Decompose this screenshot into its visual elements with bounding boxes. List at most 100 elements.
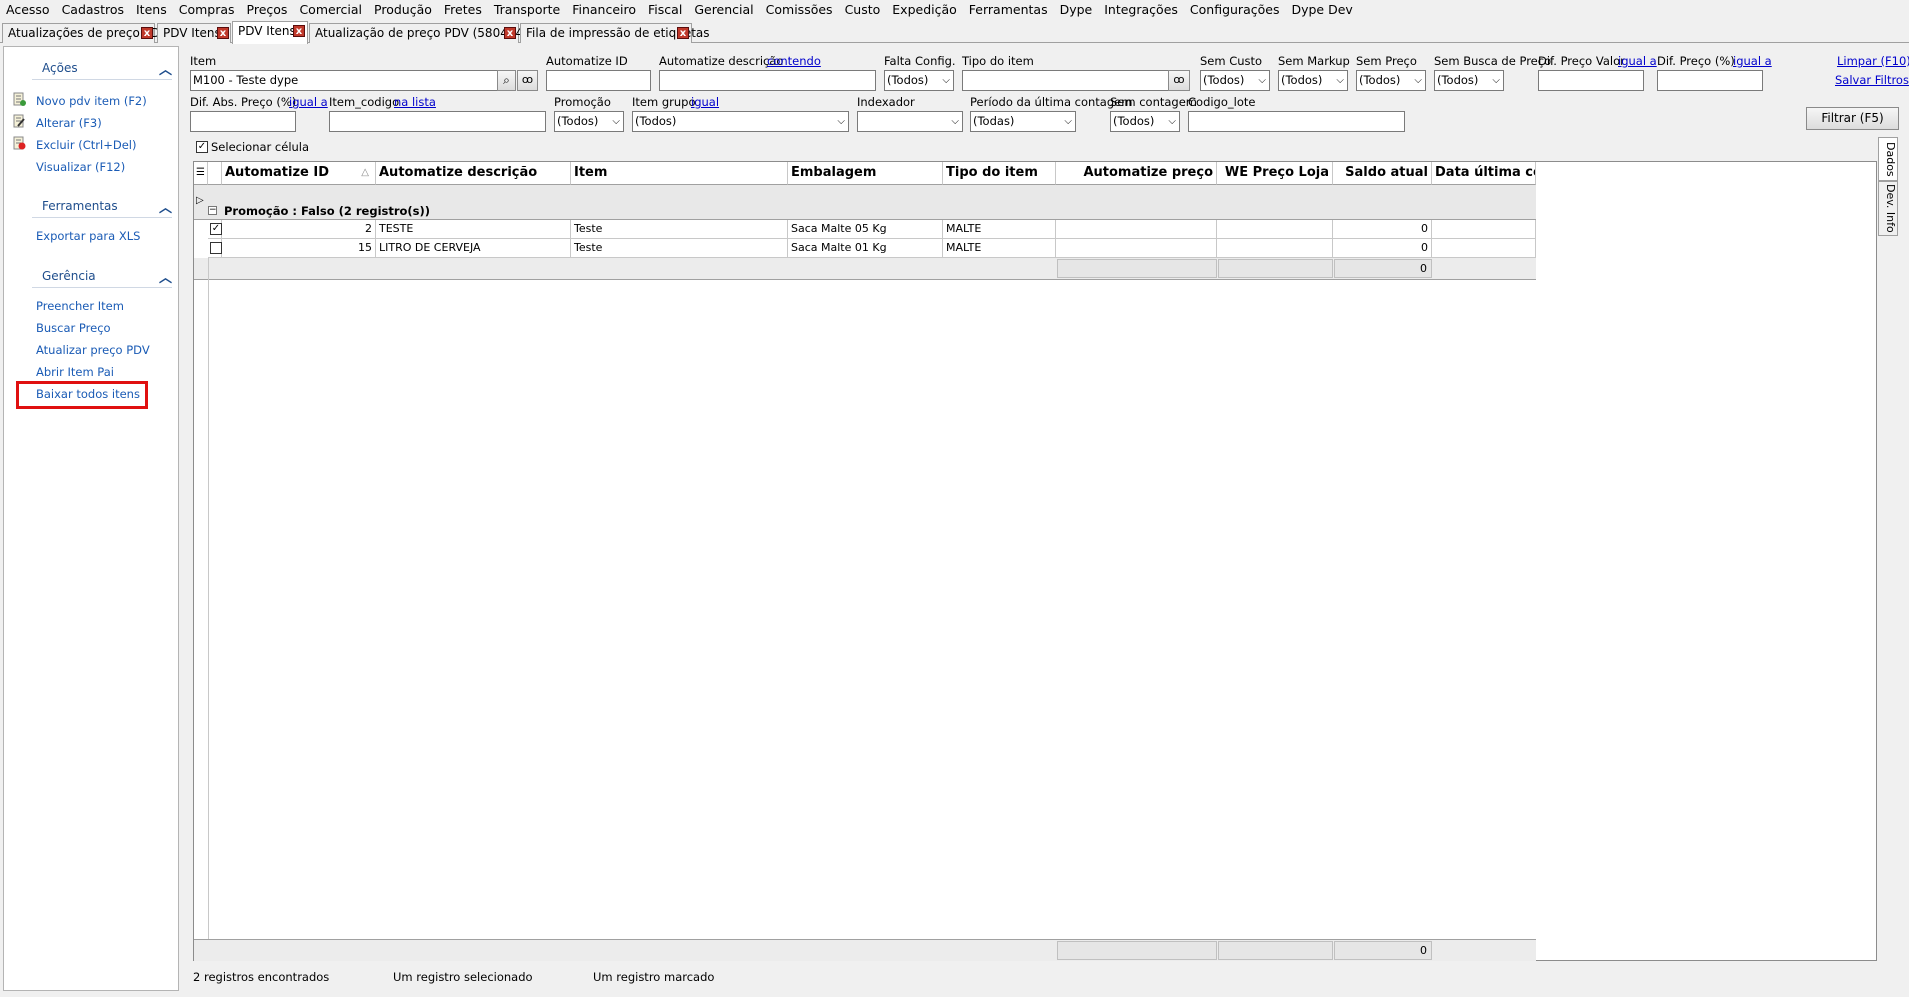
tipo-item-input[interactable]: [962, 70, 1169, 91]
close-icon[interactable]: x: [141, 27, 153, 39]
dif-preco-valor-mode-link[interactable]: igual a: [1618, 54, 1657, 68]
section-acoes-header[interactable]: Ações ︿: [4, 59, 178, 79]
menu-item-16[interactable]: Dype: [1054, 0, 1099, 20]
item-input[interactable]: M100 - Teste dype: [190, 70, 498, 91]
sum-saldo: 0: [1334, 259, 1432, 278]
menu-item-5[interactable]: Comercial: [293, 0, 368, 20]
close-icon[interactable]: x: [504, 27, 516, 39]
binoculars-icon[interactable]: ꝏ: [517, 70, 538, 91]
table-row[interactable]: ✓ 2 TESTE Teste Saca Malte 05 Kg MALTE 0: [208, 220, 1536, 239]
footer-we-preco: [1218, 941, 1333, 960]
falta-config-select[interactable]: (Todos) ⌵: [884, 70, 954, 91]
tab-dados[interactable]: Dados: [1878, 137, 1898, 181]
chevron-up-icon[interactable]: ︿: [159, 267, 172, 286]
col-data-ultima[interactable]: Data última con: [1432, 162, 1536, 185]
menu-item-9[interactable]: Financeiro: [566, 0, 642, 20]
tab-fila-impressao[interactable]: Fila de impressão de etiquetas x: [520, 23, 710, 43]
sem-preco-label: Sem Preço: [1356, 54, 1417, 68]
menu-item-18[interactable]: Configurações: [1184, 0, 1286, 20]
menu-item-1[interactable]: Cadastros: [56, 0, 130, 20]
cell-embalagem: Saca Malte 05 Kg: [788, 220, 943, 239]
automatize-id-input[interactable]: [546, 70, 651, 91]
sem-preco-select[interactable]: (Todos) ⌵: [1356, 70, 1426, 91]
menu-item-4[interactable]: Preços: [241, 0, 294, 20]
promocao-select[interactable]: (Todos) ⌵: [554, 111, 624, 132]
section-gerencia-header[interactable]: Gerência ︿: [4, 267, 178, 287]
sidebar-item-alterar[interactable]: Alterar (F3): [36, 116, 102, 130]
col-automatize-descricao[interactable]: Automatize descrição: [376, 162, 571, 185]
dif-preco-pct-input[interactable]: [1657, 70, 1763, 91]
sidebar-item-novo[interactable]: Novo pdv item (F2): [36, 94, 147, 108]
filtrar-button[interactable]: Filtrar (F5): [1806, 107, 1899, 130]
item-grupo-mode-link[interactable]: igual: [691, 95, 719, 109]
col-automatize-id[interactable]: Automatize ID △: [222, 162, 376, 185]
col-item[interactable]: Item: [571, 162, 788, 185]
menu-item-11[interactable]: Gerencial: [688, 0, 759, 20]
selecionar-celula-checkbox[interactable]: ✓: [196, 141, 208, 153]
tab-pdv-itens-active[interactable]: PDV Itens x: [232, 21, 308, 44]
sidebar-item-abrir-item-pai[interactable]: Abrir Item Pai: [36, 365, 114, 379]
tab-dev-info[interactable]: Dev. Info: [1878, 181, 1898, 236]
tab-pdv-itens[interactable]: PDV Itens x: [157, 23, 231, 43]
data-grid: ☰ Automatize ID △ Automatize descrição It…: [193, 161, 1877, 961]
menu-item-8[interactable]: Transporte: [488, 0, 566, 20]
sidebar-item-visualizar[interactable]: Visualizar (F12): [36, 160, 125, 174]
col-embalagem[interactable]: Embalagem: [788, 162, 943, 185]
periodo-select[interactable]: (Todas) ⌵: [970, 111, 1076, 132]
codigo-lote-input[interactable]: [1188, 111, 1405, 132]
dif-abs-mode-link[interactable]: igual a: [289, 95, 328, 109]
menu-item-14[interactable]: Expedição: [886, 0, 963, 20]
table-row[interactable]: 15 LITRO DE CERVEJA Teste Saca Malte 01 …: [208, 239, 1536, 258]
item-codigo-input[interactable]: [329, 111, 546, 132]
menu-item-12[interactable]: Comissões: [760, 0, 839, 20]
column-chooser-icon[interactable]: ☰: [194, 162, 208, 185]
sidebar-item-exportar-xls[interactable]: Exportar para XLS: [36, 229, 140, 243]
sidebar-item-excluir[interactable]: Excluir (Ctrl+Del): [36, 138, 136, 152]
menu-item-0[interactable]: Acesso: [0, 0, 56, 20]
salvar-filtros-link[interactable]: Salvar Filtros: [1835, 73, 1909, 87]
chevron-up-icon[interactable]: ︿: [159, 59, 172, 78]
dif-preco-pct-mode-link[interactable]: igual a: [1733, 54, 1772, 68]
sem-contagem-select[interactable]: (Todos) ⌵: [1110, 111, 1180, 132]
section-ferramentas-header[interactable]: Ferramentas ︿: [4, 197, 178, 217]
collapse-icon[interactable]: −: [208, 206, 217, 215]
menu-item-7[interactable]: Fretes: [438, 0, 488, 20]
binoculars-icon[interactable]: ꝏ: [1168, 70, 1190, 91]
chevron-up-icon[interactable]: ︿: [159, 197, 172, 216]
dif-preco-valor-input[interactable]: [1538, 70, 1644, 91]
row-checkbox[interactable]: ✓: [210, 223, 222, 235]
close-icon[interactable]: x: [293, 25, 305, 37]
limpar-link[interactable]: Limpar (F10): [1837, 54, 1909, 68]
dif-abs-input[interactable]: [190, 111, 296, 132]
tab-atualizacao-preco-pdv[interactable]: Atualização de preço PDV (58047466) x: [309, 23, 543, 43]
sidebar-item-buscar-preco[interactable]: Buscar Preço: [36, 321, 111, 335]
sem-custo-select[interactable]: (Todos) ⌵: [1200, 70, 1270, 91]
sidebar-item-atualizar-preco-pdv[interactable]: Atualizar preço PDV: [36, 343, 150, 357]
col-we-preco-loja[interactable]: WE Preço Loja: [1217, 162, 1333, 185]
row-checkbox[interactable]: [210, 242, 222, 254]
sem-markup-select[interactable]: (Todos) ⌵: [1278, 70, 1348, 91]
close-icon[interactable]: x: [677, 27, 689, 39]
close-icon[interactable]: x: [217, 27, 229, 39]
periodo-label: Período da última contagem: [970, 95, 1133, 109]
indexador-select[interactable]: ⌵: [857, 111, 963, 132]
menu-item-3[interactable]: Compras: [173, 0, 241, 20]
item-codigo-mode-link[interactable]: na lista: [394, 95, 436, 109]
automatize-desc-mode-link[interactable]: contendo: [767, 54, 821, 68]
menu-item-15[interactable]: Ferramentas: [963, 0, 1054, 20]
tab-atualizacoes-preco-pdv[interactable]: Atualizações de preço PDV x: [2, 23, 168, 43]
sidebar-item-preencher-item[interactable]: Preencher Item: [36, 299, 124, 313]
col-saldo-atual[interactable]: Saldo atual: [1333, 162, 1432, 185]
menu-item-19[interactable]: Dype Dev: [1285, 0, 1358, 20]
col-automatize-preco[interactable]: Automatize preço: [1056, 162, 1217, 185]
menu-item-2[interactable]: Itens: [130, 0, 173, 20]
menu-item-10[interactable]: Fiscal: [642, 0, 688, 20]
menu-item-17[interactable]: Integrações: [1098, 0, 1184, 20]
sem-busca-select[interactable]: (Todos) ⌵: [1434, 70, 1504, 91]
automatize-desc-input[interactable]: [659, 70, 876, 91]
col-tipo-item[interactable]: Tipo do item: [943, 162, 1056, 185]
item-grupo-select[interactable]: (Todos) ⌵: [632, 111, 849, 132]
menu-item-13[interactable]: Custo: [839, 0, 887, 20]
menu-item-6[interactable]: Produção: [368, 0, 438, 20]
search-icon[interactable]: ⌕: [497, 70, 516, 91]
